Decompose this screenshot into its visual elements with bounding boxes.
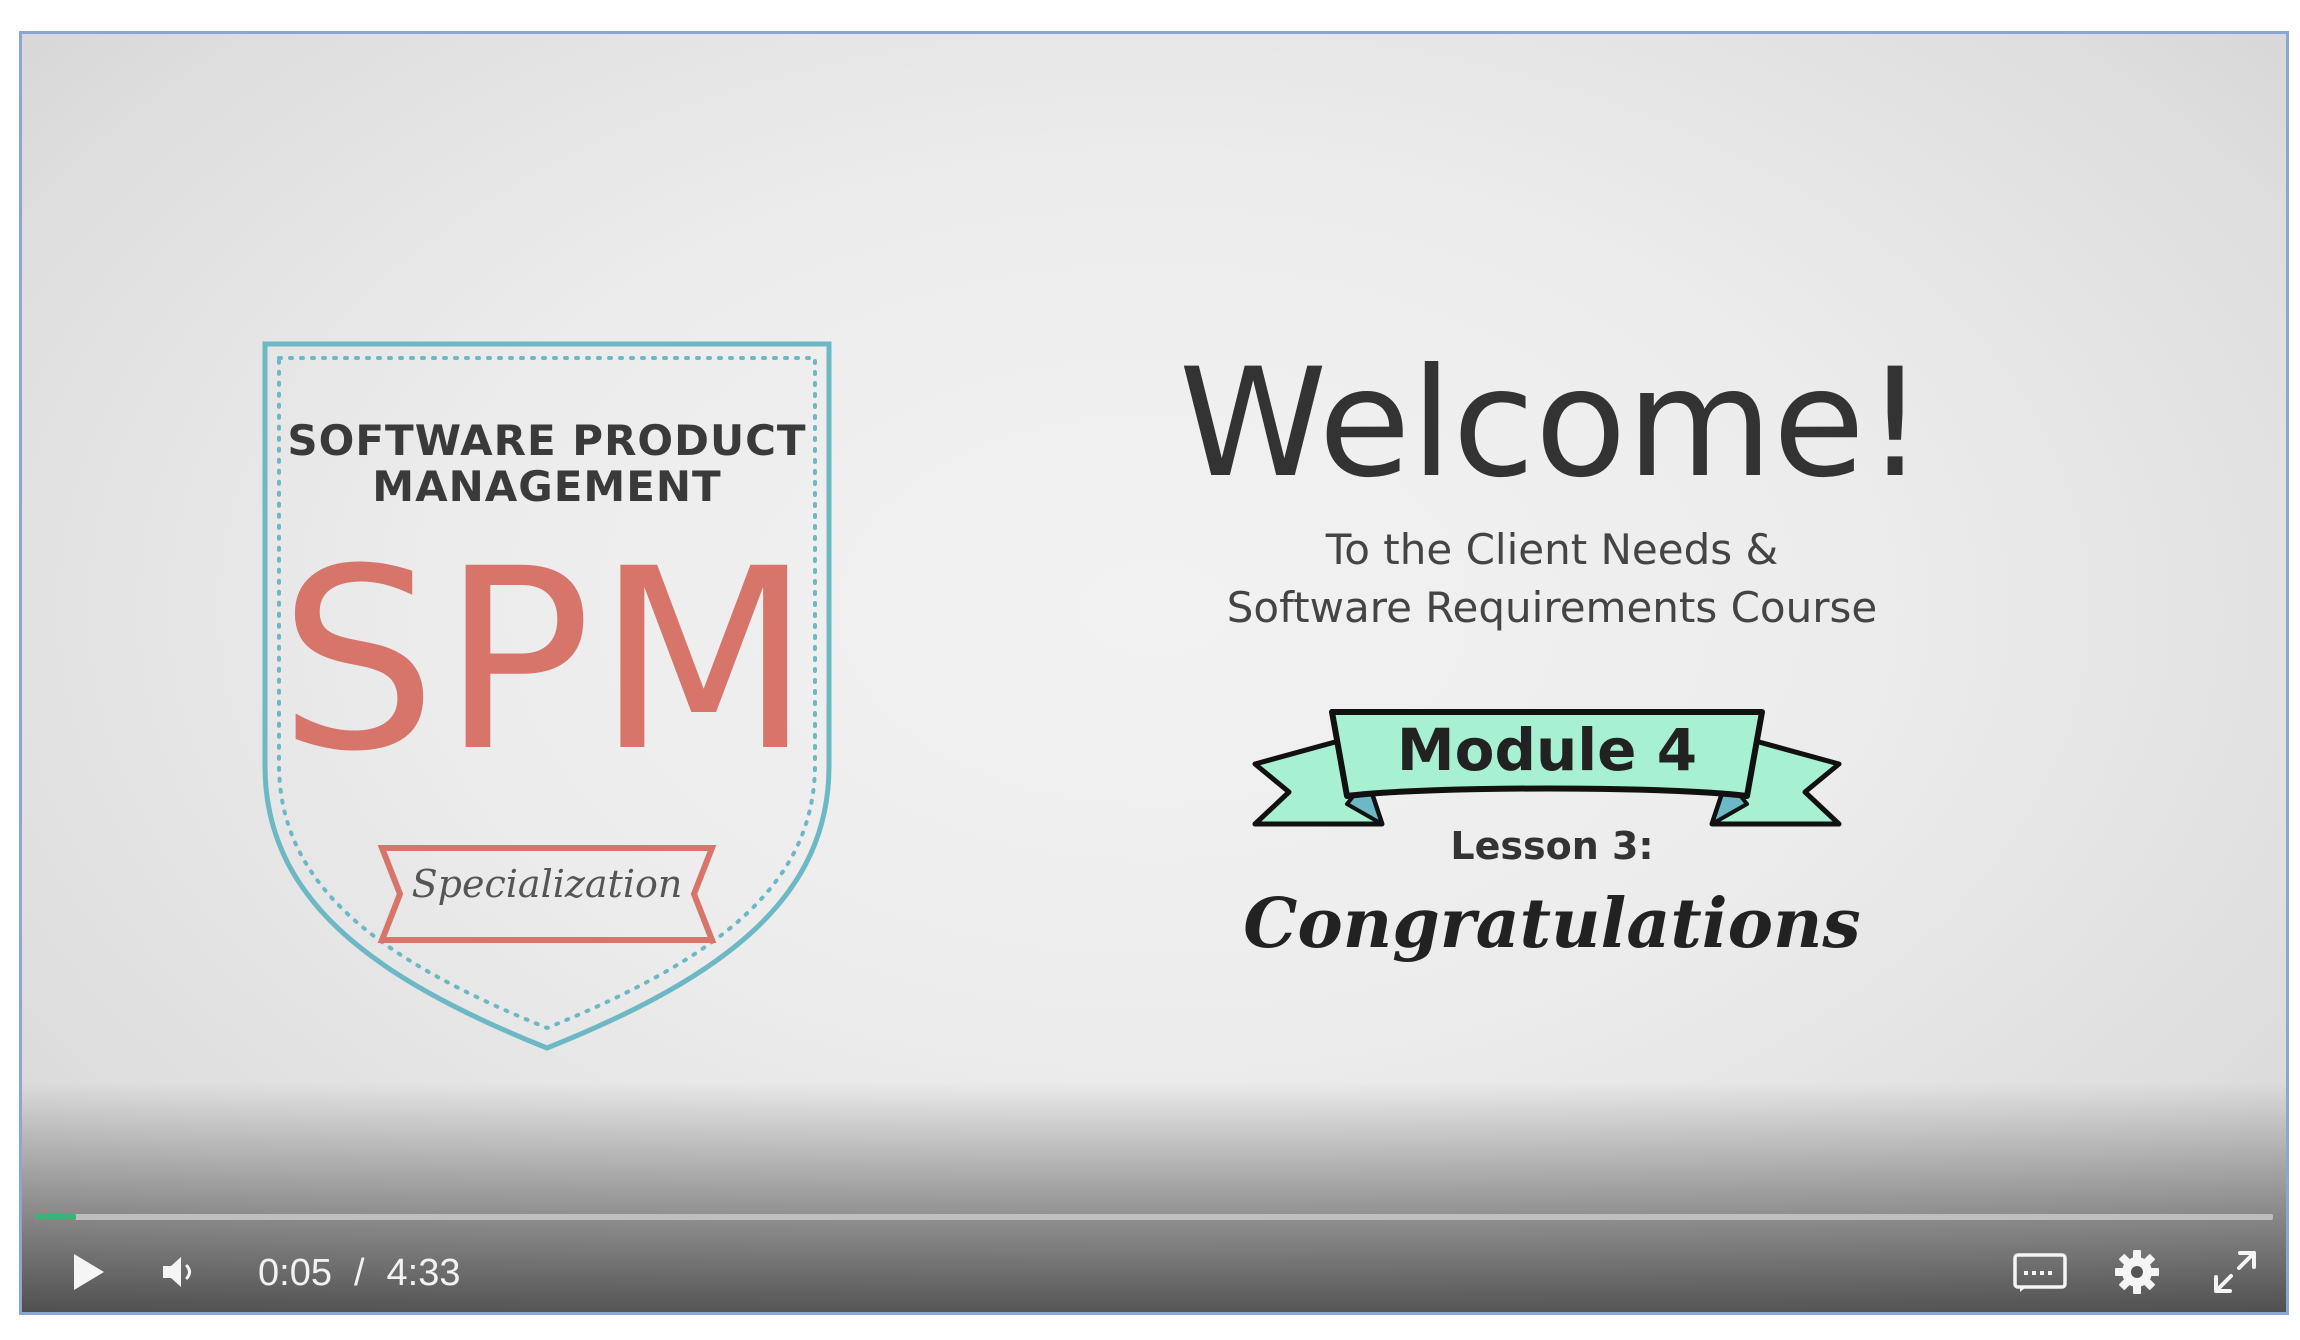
welcome-heading: Welcome!	[1178, 337, 1926, 511]
course-subtitle: To the Client Needs & Software Requireme…	[1152, 521, 1952, 637]
course-subtitle-line2: Software Requirements Course	[1226, 583, 1878, 632]
current-time: 0:05	[258, 1251, 332, 1294]
fullscreen-icon	[2214, 1251, 2256, 1293]
spm-badge: SOFTWARE PRODUCT MANAGEMENT SPM Speciali…	[257, 336, 837, 1056]
badge-ribbon-label: Specialization	[411, 862, 683, 906]
time-separator: /	[353, 1251, 365, 1294]
duration: 4:33	[386, 1251, 461, 1294]
video-player[interactable]: SOFTWARE PRODUCT MANAGEMENT SPM Speciali…	[19, 31, 2289, 1315]
lesson-number: Lesson 3:	[1450, 824, 1654, 868]
captions-icon	[2013, 1253, 2067, 1292]
fullscreen-button[interactable]	[2205, 1247, 2265, 1297]
video-frame[interactable]: SOFTWARE PRODUCT MANAGEMENT SPM Speciali…	[22, 34, 2286, 1312]
play-button[interactable]	[60, 1247, 116, 1297]
captions-button[interactable]	[2007, 1247, 2073, 1297]
badge-title-line1: SOFTWARE PRODUCT	[287, 416, 807, 465]
progress-fill	[35, 1214, 76, 1220]
lesson-title: Congratulations	[1243, 884, 1861, 964]
settings-button[interactable]	[2107, 1247, 2167, 1297]
control-bar: 0:05 / 4:33	[22, 1229, 2286, 1312]
volume-icon	[163, 1257, 191, 1287]
gear-icon	[2115, 1250, 2159, 1294]
progress-bar[interactable]	[35, 1214, 2273, 1220]
badge-title-line2: MANAGEMENT	[372, 462, 722, 511]
badge-title: SOFTWARE PRODUCT MANAGEMENT	[257, 418, 837, 510]
module-label: Module 4	[1396, 716, 1698, 784]
course-subtitle-line1: To the Client Needs &	[1325, 525, 1779, 574]
volume-button[interactable]	[150, 1247, 210, 1297]
time-display: 0:05 / 4:33	[258, 1249, 461, 1297]
badge-abbreviation: SPM	[278, 515, 816, 806]
play-icon	[74, 1254, 104, 1290]
